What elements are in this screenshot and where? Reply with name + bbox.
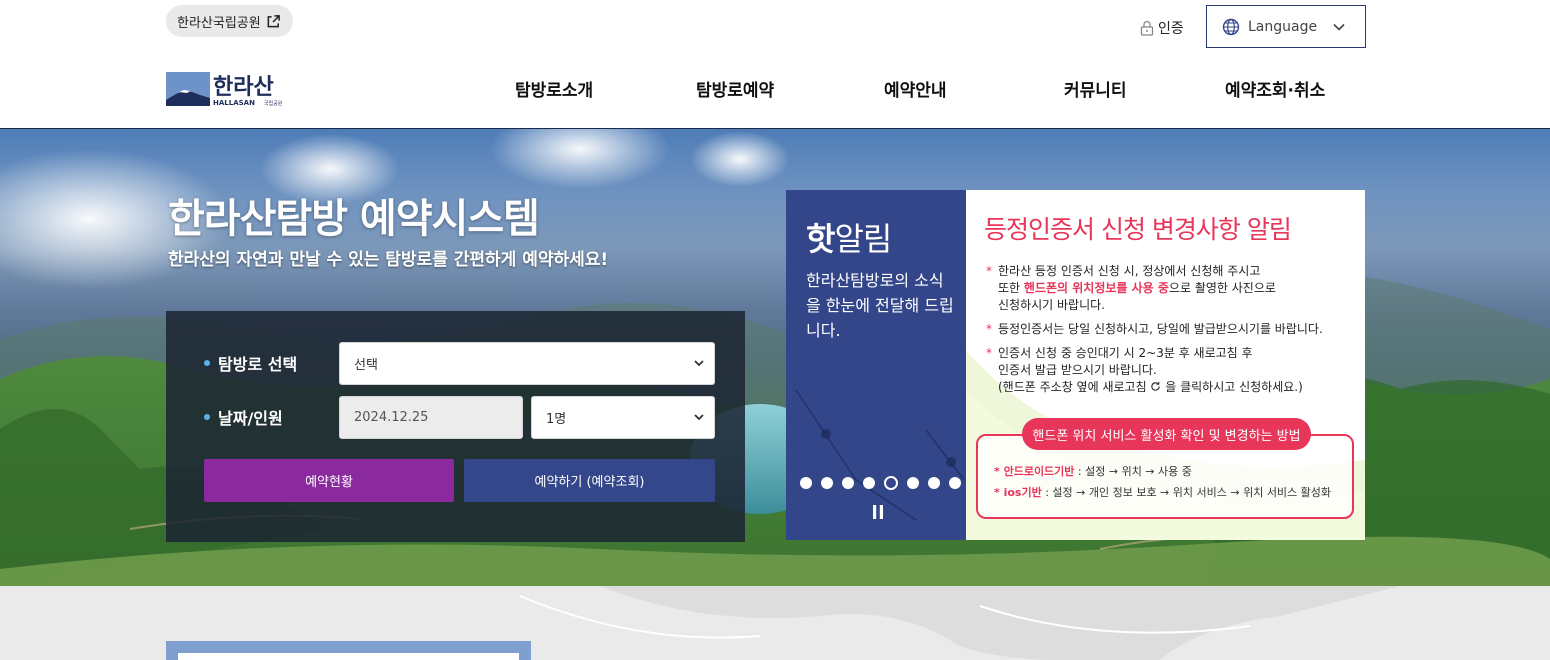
- park-site-link-label: 한라산국립공원: [177, 15, 261, 31]
- slide-dot-3[interactable]: [842, 477, 854, 489]
- date-field-value: 2024.12.25: [354, 410, 429, 425]
- android-label: * 안드로이드기반: [994, 465, 1075, 478]
- trail-select-value: 선택: [354, 358, 378, 373]
- slide-dot-4[interactable]: [863, 477, 875, 489]
- main-navigation: 한라산 HALLASAN 국립공원 탐방로소개 탐방로예약 예약안내 커뮤니티 …: [0, 56, 1550, 129]
- date-people-label-text: 날짜/인원: [218, 409, 283, 428]
- notice-item-1-highlight: 핸드폰의 위치정보를 사용 중: [1023, 281, 1169, 295]
- notice-item-1: * 한라산 등정 인증서 신청 시, 정상에서 신청해 주시고 또한 핸드폰의 …: [986, 263, 1358, 314]
- slide-pagination: [800, 476, 961, 490]
- logo-small-text: 국립공원: [264, 100, 283, 107]
- notice-item-1-line-b: 또한: [998, 281, 1024, 295]
- trail-select-label-text: 탐방로 선택: [218, 355, 298, 374]
- globe-icon: [1222, 18, 1240, 35]
- notice-banner[interactable]: 등정인증서 신청 변경사항 알림 * 한라산 등정 인증서 신청 시, 정상에서…: [966, 190, 1365, 540]
- ios-instruction: * ios기반 : 설정 → 개인 정보 보호 → 위치 서비스 → 위치 서비…: [994, 484, 1331, 500]
- nav-reservation-guide[interactable]: 예약안내: [884, 76, 947, 101]
- date-field[interactable]: 2024.12.25: [339, 396, 523, 439]
- hot-notice-title-bold: 핫: [806, 220, 835, 258]
- location-help-box: 핸드폰 위치 서비스 활성화 확인 및 변경하는 방법 * 안드로이드기반 : …: [976, 418, 1354, 519]
- notice-list: * 한라산 등정 인증서 신청 시, 정상에서 신청해 주시고 또한 핸드폰의 …: [986, 263, 1358, 403]
- notice-item-1-line-d: 신청하시기 바랍니다.: [998, 298, 1105, 312]
- android-steps: : 설정 → 위치 → 사용 중: [1074, 465, 1192, 478]
- banner-title: 등정인증서 신청 변경사항 알림: [984, 215, 1292, 244]
- hero-title: 한라산탐방 예약시스템: [168, 196, 540, 242]
- slide-dot-2[interactable]: [821, 477, 833, 489]
- notice-item-2-text: 등정인증서는 당일 신청하시고, 당일에 발급받으시기를 바랍니다.: [998, 322, 1323, 336]
- chevron-down-icon: [694, 414, 704, 421]
- asterisk-icon: *: [986, 346, 992, 360]
- slide-dot-6[interactable]: [907, 477, 919, 489]
- lower-card: [166, 641, 531, 660]
- asterisk-icon: *: [986, 264, 992, 278]
- hallasan-logo-mark: 한라산 HALLASAN 국립공원: [166, 72, 283, 107]
- notice-item-1-line-c: 으로 촬영한 사진으로: [1168, 281, 1276, 295]
- asterisk-icon: *: [986, 322, 992, 336]
- bullet-dot-icon: [204, 414, 210, 420]
- trail-select-label: 탐방로 선택: [204, 351, 297, 375]
- people-select[interactable]: 1명: [531, 396, 715, 439]
- lower-section: [0, 586, 1550, 660]
- hero-section: 한라산탐방 예약시스템 한라산의 자연과 만날 수 있는 탐방로를 간편하게 예…: [0, 129, 1550, 586]
- slide-dot-8[interactable]: [949, 477, 961, 489]
- chevron-down-icon: [1333, 23, 1345, 31]
- hero-subtitle: 한라산의 자연과 만날 수 있는 탐방로를 간편하게 예약하세요!: [168, 250, 609, 270]
- date-people-label: 날짜/인원: [204, 405, 283, 429]
- notice-item-3: * 인증서 신청 중 승인대기 시 2~3분 후 새로고침 후 인증서 발급 받…: [986, 345, 1358, 396]
- slide-dot-7[interactable]: [928, 477, 940, 489]
- notice-item-3-line-c: (핸드폰 주소창 옆에 새로고침: [998, 380, 1151, 394]
- reservation-form: 탐방로 선택 선택 날짜/인원 2024.12.25 1명 예약현황 예약하기 …: [166, 311, 745, 542]
- nav-trail-reservation[interactable]: 탐방로예약: [696, 76, 774, 101]
- pause-icon[interactable]: [872, 505, 884, 519]
- notice-item-2: * 등정인증서는 당일 신청하시고, 당일에 발급받으시기를 바랍니다.: [986, 321, 1358, 338]
- logo-english-text: HALLASAN: [213, 99, 255, 107]
- hot-notice-description: 한라산탐방로의 소식을 한눈에 전달해 드립니다.: [806, 271, 954, 340]
- hallasan-logo[interactable]: 한라산 HALLASAN 국립공원: [166, 70, 291, 108]
- people-select-value: 1명: [546, 412, 567, 427]
- external-link-icon: [267, 14, 280, 27]
- hot-notice-title-rest: 알림: [834, 220, 892, 258]
- ios-label: * ios기반: [994, 486, 1042, 499]
- top-utility-bar: 한라산국립공원 인증 Language: [0, 0, 1550, 56]
- location-help-badge: 핸드폰 위치 서비스 활성화 확인 및 변경하는 방법: [1022, 418, 1311, 450]
- ios-steps: : 설정 → 개인 정보 보호 → 위치 서비스 → 위치 서비스 활성화: [1041, 486, 1332, 499]
- hot-notice-title: 핫알림: [806, 214, 892, 260]
- nav-reservation-lookup-cancel[interactable]: 예약조회·취소: [1225, 76, 1325, 101]
- language-select[interactable]: Language: [1206, 5, 1366, 48]
- lower-card-inner: [178, 653, 519, 660]
- auth-link[interactable]: 인증: [1140, 18, 1184, 38]
- notice-item-3-line-a: 인증서 신청 중 승인대기 시 2~3분 후 새로고침 후: [998, 346, 1253, 360]
- hot-notice-panel: 핫알림 한라산탐방로의 소식을 한눈에 전달해 드립니다.: [786, 190, 966, 540]
- notice-item-3-line-b: 인증서 발급 받으시기 바랍니다.: [998, 363, 1157, 377]
- nav-community[interactable]: 커뮤니티: [1064, 76, 1127, 101]
- slide-dot-5[interactable]: [884, 476, 898, 490]
- lock-icon: [1140, 20, 1154, 36]
- slide-dot-1[interactable]: [800, 477, 812, 489]
- auth-label: 인증: [1158, 21, 1184, 37]
- notice-item-3-line-d: 을 클릭하시고 신청하세요.): [1161, 380, 1303, 394]
- chevron-down-icon: [694, 360, 704, 367]
- trail-select[interactable]: 선택: [339, 342, 715, 385]
- android-instruction: * 안드로이드기반 : 설정 → 위치 → 사용 중: [994, 463, 1192, 479]
- logo-korean-text: 한라산: [213, 75, 274, 100]
- bullet-dot-icon: [204, 360, 210, 366]
- reservation-status-button[interactable]: 예약현황: [204, 459, 454, 502]
- park-site-link[interactable]: 한라산국립공원: [166, 5, 293, 37]
- nav-trail-intro[interactable]: 탐방로소개: [515, 76, 593, 101]
- notice-item-1-line-a: 한라산 등정 인증서 신청 시, 정상에서 신청해 주시고: [998, 264, 1261, 278]
- make-reservation-button[interactable]: 예약하기 (예약조회): [464, 459, 715, 502]
- language-label: Language: [1248, 18, 1318, 35]
- refresh-icon: [1151, 381, 1161, 391]
